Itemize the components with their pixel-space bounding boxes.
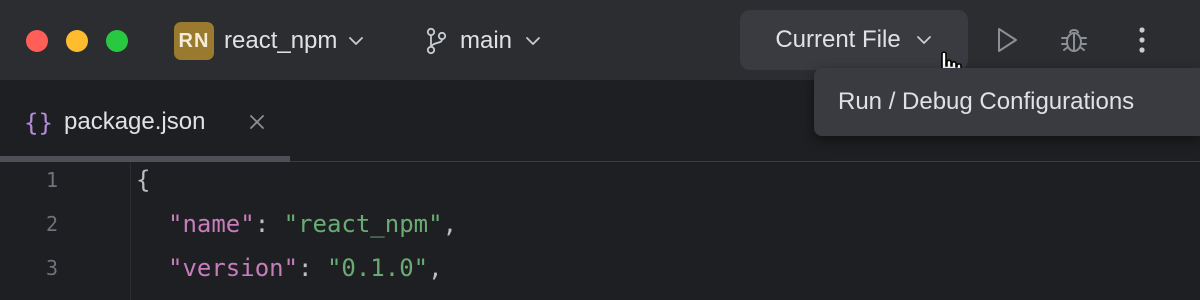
bug-icon[interactable] bbox=[1058, 24, 1090, 56]
tab-label: package.json bbox=[64, 108, 206, 135]
json-comma: , bbox=[428, 254, 443, 282]
project-name: react_npm bbox=[224, 27, 338, 54]
chevron-down-icon bbox=[526, 37, 540, 45]
code-line: 2 "name": "react_npm", bbox=[0, 206, 1200, 250]
json-key: "version" bbox=[168, 254, 299, 282]
json-string-value: "0.1.0" bbox=[326, 254, 429, 282]
json-brace: { bbox=[136, 166, 151, 194]
more-vertical-icon[interactable] bbox=[1128, 24, 1160, 56]
window-minimize-button[interactable] bbox=[66, 30, 88, 52]
line-number: 3 bbox=[45, 256, 58, 280]
json-separator: : bbox=[254, 210, 284, 238]
json-comma: , bbox=[442, 210, 458, 238]
play-icon[interactable] bbox=[990, 24, 1022, 56]
branch-name: main bbox=[460, 27, 513, 54]
code-text: "version": "0.1.0", bbox=[168, 254, 443, 282]
code-text: "name": "react_npm", bbox=[168, 210, 457, 238]
json-string-value: "react_npm" bbox=[283, 210, 443, 238]
chevron-down-icon bbox=[916, 36, 931, 44]
window-zoom-button[interactable] bbox=[106, 30, 128, 52]
project-badge: RN bbox=[174, 22, 214, 60]
line-number: 1 bbox=[45, 168, 58, 192]
code-text: { bbox=[136, 166, 150, 194]
json-separator: : bbox=[298, 254, 327, 282]
chevron-down-icon bbox=[349, 37, 364, 45]
code-editor[interactable]: 1 { 2 "name": "react_npm", 3 "version": … bbox=[0, 162, 1200, 300]
line-number: 2 bbox=[45, 212, 58, 236]
json-braces-icon: {} bbox=[24, 109, 53, 137]
git-branch-icon bbox=[426, 27, 447, 55]
tab-package-json[interactable]: {} package.json bbox=[0, 81, 290, 162]
window-close-button[interactable] bbox=[26, 30, 48, 52]
code-line: 1 { bbox=[0, 162, 1200, 206]
code-line: 3 "version": "0.1.0", bbox=[0, 250, 1200, 294]
run-debug-tooltip: Run / Debug Configurations bbox=[814, 68, 1200, 136]
ide-window: RN react_npm main Current File {} packag… bbox=[0, 0, 1200, 300]
branch-selector[interactable]: main bbox=[424, 22, 542, 60]
run-configuration-label: Current File bbox=[775, 26, 901, 53]
json-key: "name" bbox=[168, 210, 255, 238]
close-icon[interactable] bbox=[248, 113, 266, 131]
project-selector[interactable]: RN react_npm bbox=[174, 22, 365, 60]
